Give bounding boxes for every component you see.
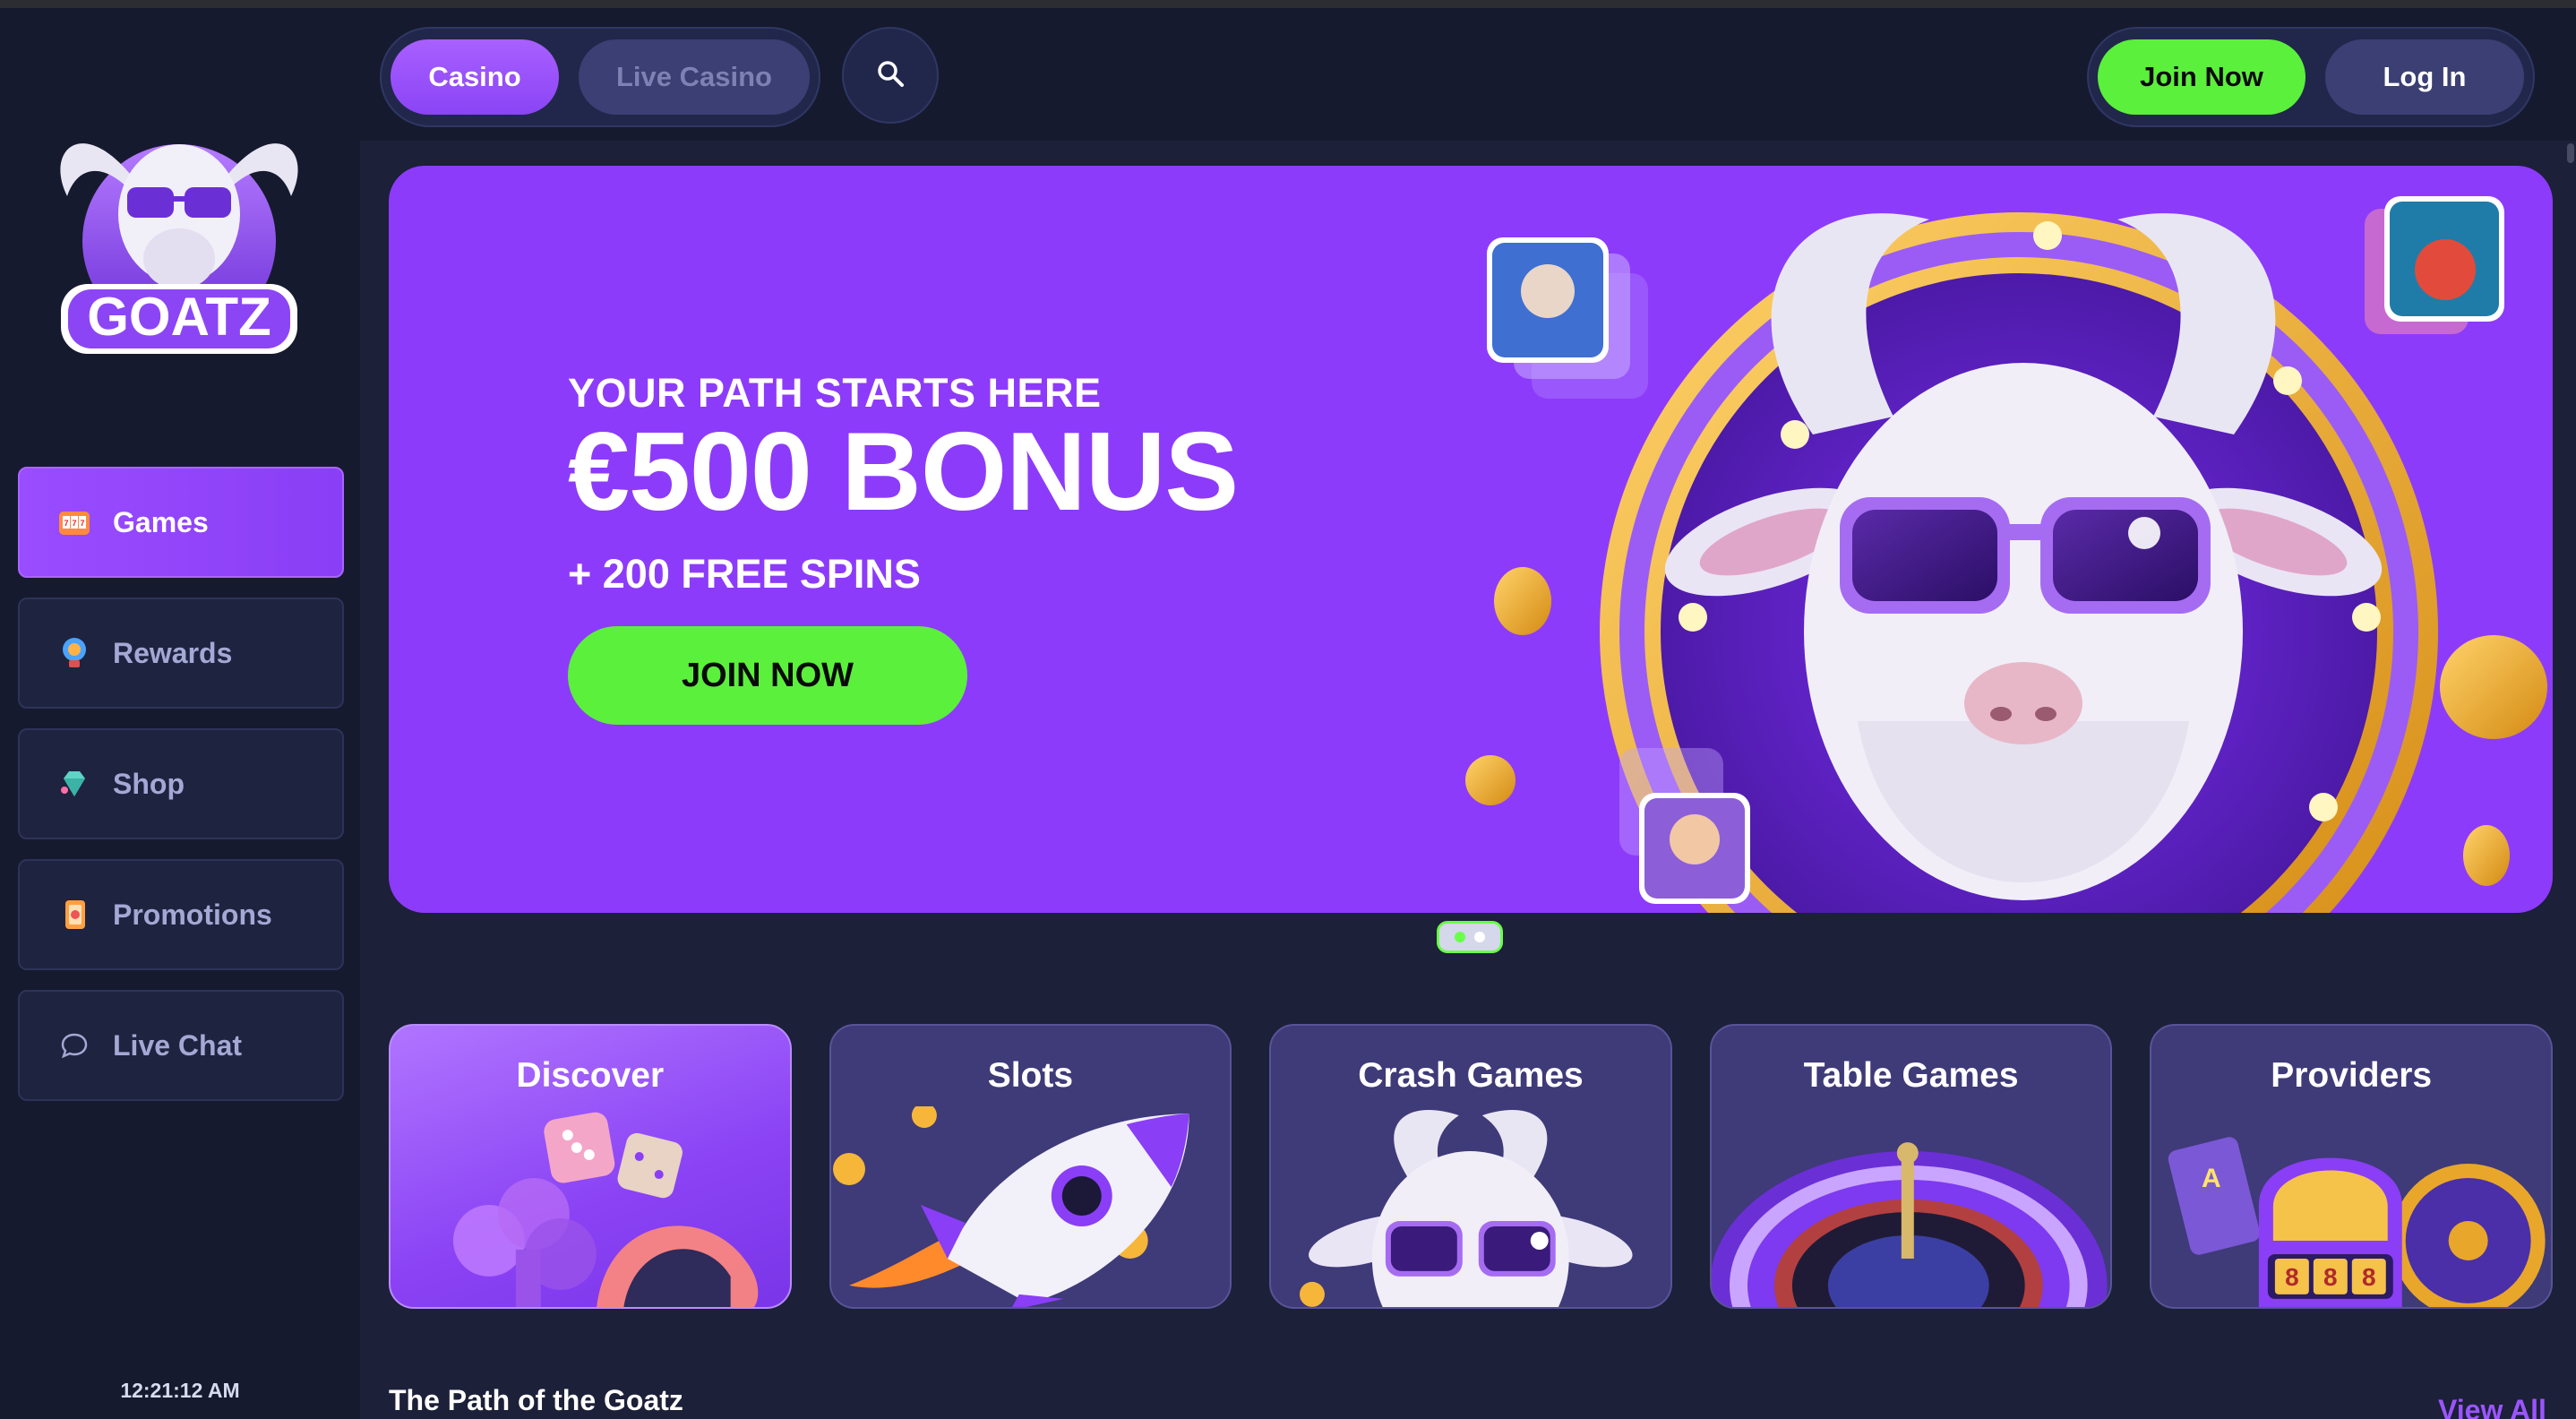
category-card-slots[interactable]: Slots	[829, 1024, 1232, 1309]
log-in-button[interactable]: Log In	[2325, 39, 2524, 115]
chat-bubble-icon	[56, 1027, 93, 1064]
sidebar-item-label: Rewards	[113, 636, 233, 669]
trophy-icon	[56, 634, 93, 672]
hero-goat-illustration	[1428, 166, 2553, 913]
svg-text:8: 8	[2323, 1263, 2338, 1291]
category-card-crash-games[interactable]: Crash Games	[1269, 1024, 1672, 1309]
category-title: Slots	[987, 1056, 1074, 1095]
sidebar-item-games[interactable]: 777 Games	[18, 467, 344, 578]
sidebar-item-promotions[interactable]: Promotions	[18, 859, 344, 970]
svg-text:8: 8	[2362, 1263, 2376, 1291]
tab-casino[interactable]: Casino	[391, 39, 559, 115]
svg-text:7: 7	[64, 519, 68, 528]
goat-with-sunglasses-icon	[1300, 1110, 1633, 1307]
logo-wordmark: GOATZ	[87, 287, 271, 347]
slot-machine-icon: 777	[56, 503, 93, 541]
category-card-discover[interactable]: Discover	[389, 1024, 792, 1309]
hero-join-now-button[interactable]: JOIN NOW	[568, 626, 967, 725]
sidebar-item-label: Live Chat	[113, 1028, 243, 1062]
sidebar-nav: 777 Games Rewards Shop Promotions Live C…	[18, 467, 344, 1121]
scrollbar-thumb[interactable]	[2567, 143, 2574, 163]
dice-and-card-suits-icon	[452, 1112, 759, 1307]
hero-headline: €500 BONUS	[568, 410, 1239, 534]
gem-icon	[56, 765, 93, 803]
search-icon	[875, 58, 906, 93]
sidebar-item-rewards[interactable]: Rewards	[18, 598, 344, 709]
carousel-pagination[interactable]	[1437, 921, 1503, 953]
svg-text:8: 8	[2285, 1263, 2299, 1291]
carousel-dot-active[interactable]	[1455, 932, 1465, 942]
sidebar-item-label: Games	[113, 505, 209, 538]
category-title: Table Games	[1803, 1056, 2019, 1095]
casino-tab-group: Casino Live Casino	[380, 27, 820, 127]
carousel-dot[interactable]	[1474, 932, 1485, 942]
hero-text-block: YOUR PATH STARTS HERE €500 BONUS + 200 F…	[568, 370, 1239, 598]
top-header: Casino Live Casino Join Now Log In	[360, 8, 2576, 141]
category-title: Discover	[516, 1056, 665, 1095]
hero-subheadline: + 200 FREE SPINS	[568, 551, 921, 597]
section-title: The Path of the Goatz	[389, 1384, 683, 1416]
join-now-button[interactable]: Join Now	[2098, 39, 2306, 115]
slot-machine-888-icon: A 8 8 8	[2168, 1137, 2546, 1307]
scrollbar-track[interactable]	[2563, 141, 2576, 1419]
rocket-icon	[832, 1106, 1189, 1307]
svg-text:7: 7	[80, 519, 84, 528]
sidebar-item-shop[interactable]: Shop	[18, 728, 344, 839]
view-all-link[interactable]: View All	[2438, 1394, 2546, 1419]
svg-text:A: A	[2202, 1164, 2221, 1193]
category-title: Crash Games	[1358, 1056, 1584, 1095]
tab-live-casino[interactable]: Live Casino	[579, 39, 810, 115]
auth-button-group: Join Now Log In	[2087, 27, 2535, 127]
search-button[interactable]	[842, 27, 939, 124]
svg-text:7: 7	[72, 519, 76, 528]
hero-banner[interactable]: YOUR PATH STARTS HERE €500 BONUS + 200 F…	[389, 166, 2553, 913]
sidebar-item-label: Shop	[113, 767, 185, 800]
goatz-logo[interactable]: GOATZ	[45, 80, 313, 375]
category-card-providers[interactable]: Providers A 8 8 8	[2150, 1024, 2553, 1309]
sidebar-item-label: Promotions	[113, 898, 272, 931]
sidebar: GOATZ 777 Games Rewards Shop Promotions …	[0, 8, 360, 1419]
category-title: Providers	[2271, 1056, 2433, 1095]
roulette-wheel-icon	[1711, 1142, 2108, 1307]
window-top-strip	[0, 0, 2576, 8]
promo-card-icon	[56, 896, 93, 933]
category-card-table-games[interactable]: Table Games	[1709, 1024, 2113, 1309]
clock: 12:21:12 AM	[120, 1379, 240, 1402]
sidebar-item-live-chat[interactable]: Live Chat	[18, 990, 344, 1101]
category-row: Discover Slots Crash Games Table Games P…	[389, 1024, 2553, 1309]
